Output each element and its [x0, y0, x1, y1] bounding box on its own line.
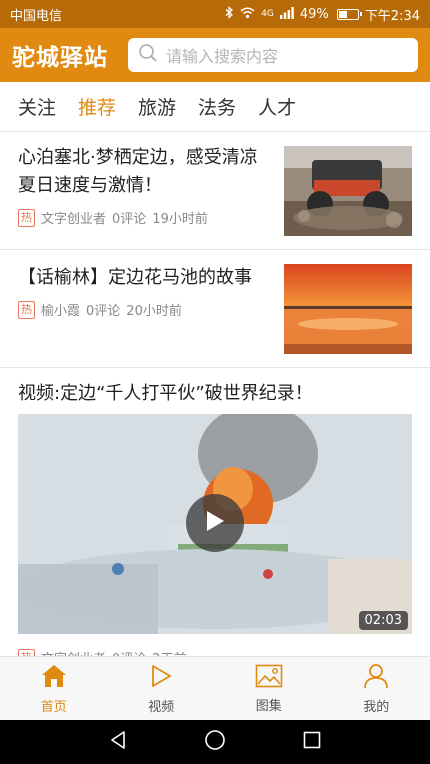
bottom-nav: 首页 视频 图集 我的	[0, 656, 430, 720]
hot-badge: 热	[18, 648, 35, 656]
app-logo: 驼城驿站	[12, 45, 108, 71]
app-header: 驼城驿站 请输入搜索内容	[0, 28, 430, 82]
system-nav-bar	[0, 720, 430, 764]
video-time: 2天前	[152, 648, 186, 656]
search-input[interactable]: 请输入搜索内容	[128, 38, 418, 72]
home-circle-icon[interactable]	[204, 729, 226, 755]
search-placeholder: 请输入搜索内容	[166, 47, 279, 66]
article-comments: 0评论	[86, 304, 121, 319]
video-meta: 热 文字创业者 0评论 2天前	[18, 648, 193, 656]
video-duration: 02:03	[358, 611, 408, 630]
article-meta: 热 文字创业者 0评论 19小时前	[18, 208, 214, 227]
recent-apps-icon[interactable]	[303, 731, 321, 753]
search-icon	[138, 43, 158, 67]
article-comments: 0评论	[112, 212, 147, 227]
play-icon	[204, 509, 226, 537]
nav-profile[interactable]: 我的	[323, 657, 430, 720]
nav-home[interactable]: 首页	[0, 657, 108, 720]
tab-follow[interactable]: 关注	[18, 93, 56, 120]
signal-icon	[279, 6, 294, 22]
tab-travel[interactable]: 旅游	[138, 93, 176, 120]
nav-home-label: 首页	[40, 699, 67, 715]
back-icon[interactable]	[109, 730, 127, 754]
clock: 下午2:34	[364, 8, 420, 24]
play-button[interactable]	[186, 494, 244, 552]
nav-gallery[interactable]: 图集	[215, 657, 323, 720]
news-feed: 心泊塞北·梦栖定边，感受清凉夏日速度与激情！ 热 文字创业者 0评论 19小时前	[0, 132, 430, 656]
video-title: 视频:定边“千人打平伙”破世界纪录！	[18, 383, 313, 404]
video-comments: 0评论	[112, 648, 146, 656]
carrier-label: 中国电信	[10, 8, 63, 24]
article-author: 文字创业者	[41, 212, 107, 227]
bluetooth-icon	[225, 6, 234, 22]
network-type-label: 4G	[261, 9, 274, 19]
video-author: 文字创业者	[41, 648, 106, 656]
article-time: 20小时前	[126, 304, 182, 319]
article-thumbnail	[284, 264, 412, 354]
article-time: 19小时前	[152, 212, 208, 227]
article-title: 【话榆林】定边花马池的故事	[18, 267, 252, 288]
tab-recommend[interactable]: 推荐	[78, 93, 116, 120]
nav-gallery-label: 图集	[255, 698, 282, 714]
video-play-icon	[148, 663, 174, 693]
nav-video[interactable]: 视频	[108, 657, 216, 720]
status-icons: 4G 49% 下午2:34	[225, 5, 420, 24]
video-player[interactable]: 02:03	[18, 414, 412, 634]
article-meta: 热 榆小霞 0评论 20小时前	[18, 300, 188, 319]
article-author: 榆小霞	[41, 304, 81, 319]
nav-profile-label: 我的	[363, 699, 390, 715]
tab-talent[interactable]: 人才	[258, 93, 296, 120]
category-tabs: 关注 推荐 旅游 法务 人才	[0, 82, 430, 132]
list-item[interactable]: 心泊塞北·梦栖定边，感受清凉夏日速度与激情！ 热 文字创业者 0评论 19小时前	[0, 132, 430, 250]
user-icon	[363, 663, 389, 693]
hot-badge: 热	[18, 300, 35, 319]
tab-legal[interactable]: 法务	[198, 93, 236, 120]
list-item[interactable]: 【话榆林】定边花马池的故事 热 榆小霞 0评论 20小时前	[0, 250, 430, 368]
article-thumbnail	[284, 146, 412, 236]
gallery-icon	[255, 664, 283, 692]
battery-percent: 49%	[299, 6, 329, 22]
home-icon	[40, 663, 68, 693]
battery-icon	[336, 8, 362, 20]
status-bar: 中国电信 4G 49% 下午2:34	[0, 0, 430, 28]
battery-fill	[338, 10, 348, 18]
hot-badge: 热	[18, 208, 35, 227]
nav-video-label: 视频	[148, 699, 175, 715]
article-title: 心泊塞北·梦栖定边，感受清凉夏日速度与激情！	[18, 147, 258, 196]
wifi-icon	[240, 7, 255, 22]
